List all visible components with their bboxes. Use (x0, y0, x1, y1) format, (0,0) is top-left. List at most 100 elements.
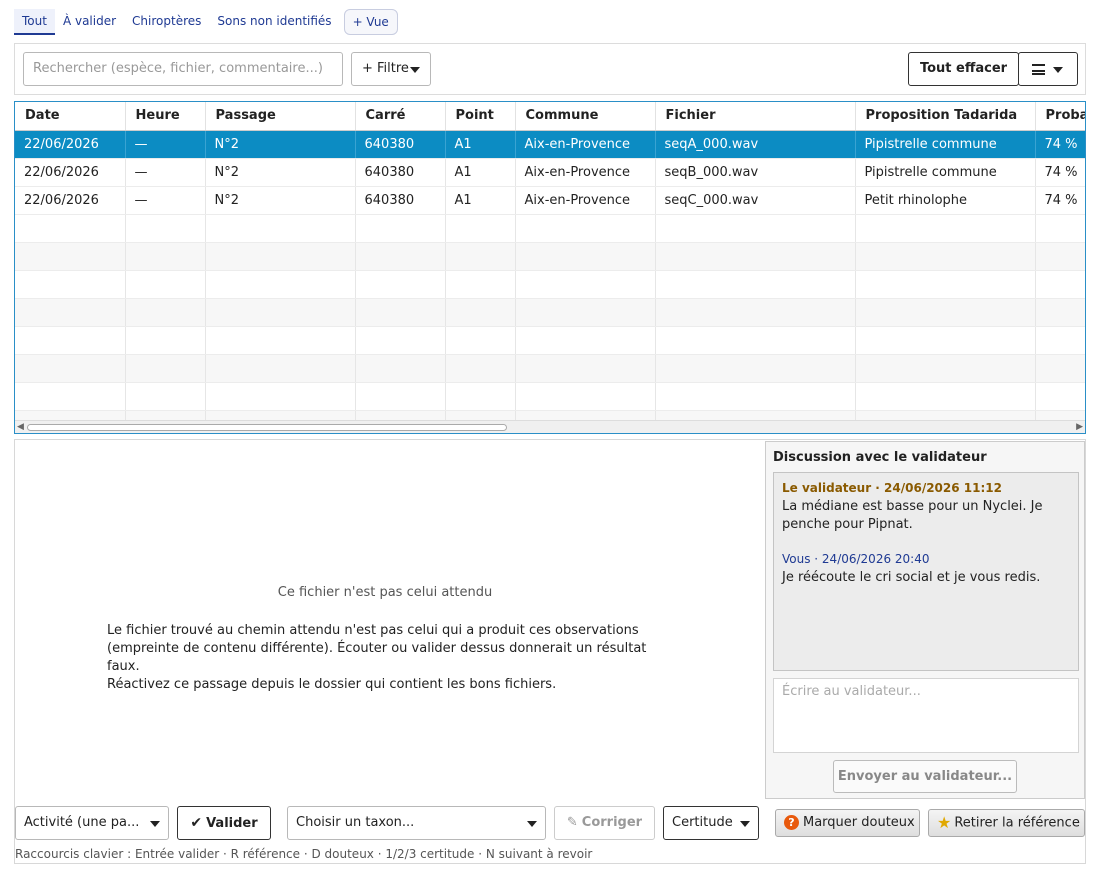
validator-discussion: Discussion avec le validateur Le validat… (765, 441, 1085, 799)
filter-button[interactable]: + Filtre (351, 52, 431, 86)
cell: — (125, 158, 206, 187)
observations-table: Date Heure Passage Carré Point Commune F… (14, 101, 1086, 434)
table-row[interactable]: 22/06/2026— N°2 640380 A1 Aix-en-Provence seq… (15, 158, 1085, 187)
cell: Aix-en-Provence (515, 130, 656, 159)
validate-button[interactable]: ✔ Valider (177, 806, 271, 840)
cell: — (125, 130, 206, 159)
certainty-label: Certitude (672, 815, 733, 830)
chevron-down-icon (740, 821, 750, 827)
col-commune[interactable]: Commune (515, 102, 656, 131)
cell: 74 % (1035, 186, 1085, 215)
horizontal-scrollbar[interactable]: ◀ ▶ (15, 420, 1085, 433)
taxon-select[interactable]: Choisir un taxon... (287, 806, 546, 840)
add-view-button[interactable]: + Vue (343, 9, 398, 35)
chevron-down-icon (527, 821, 537, 827)
cell: 640380 (355, 186, 446, 215)
view-tabs: Tout À valider Chiroptères Sons non iden… (14, 9, 398, 35)
empty-row (15, 270, 1085, 299)
col-passage[interactable]: Passage (205, 102, 356, 131)
mark-doubtful-button[interactable]: ? Marquer douteux (775, 809, 920, 837)
chevron-down-icon (1053, 67, 1063, 73)
cell: A1 (445, 158, 516, 187)
cell: N°2 (205, 158, 356, 187)
col-heure[interactable]: Heure (125, 102, 206, 131)
col-proposition[interactable]: Proposition Tadarida (855, 102, 1036, 131)
cell: 22/06/2026 (15, 186, 126, 215)
cell: N°2 (205, 186, 356, 215)
search-input[interactable]: Rechercher (espèce, fichier, commentaire… (23, 52, 343, 86)
activity-select[interactable]: Activité (une pa... (15, 806, 169, 840)
question-icon: ? (784, 815, 799, 830)
filter-toolbar: Rechercher (espèce, fichier, commentaire… (14, 43, 1086, 95)
tab-tout[interactable]: Tout (14, 9, 55, 35)
mismatch-line: Réactivez ce passage depuis le dossier q… (107, 677, 557, 692)
scroll-left-icon[interactable]: ◀ (17, 422, 24, 432)
table-header: Date Heure Passage Carré Point Commune F… (15, 102, 1085, 131)
correct-label: Corriger (581, 815, 643, 830)
tab-sons-non-identifies[interactable]: Sons non identifiés (209, 9, 339, 35)
cell: Aix-en-Provence (515, 186, 656, 215)
clear-all-button[interactable]: Tout effacer (908, 52, 1019, 86)
table-row[interactable]: 22/06/2026— N°2 640380 A1 Aix-en-Provence seq… (15, 186, 1085, 215)
filter-label: + Filtre (362, 61, 409, 76)
table-row[interactable]: 22/06/2026— N°2 640380 A1 Aix-en-Provence seq… (15, 130, 1085, 159)
empty-row (15, 326, 1085, 355)
taxon-placeholder: Choisir un taxon... (296, 815, 415, 830)
message-header: Le validateur · 24/06/2026 11:12 (782, 481, 1002, 495)
mismatch-title: Ce fichier n'est pas celui attendu (277, 585, 493, 600)
mismatch-line: (empreinte de contenu différente). Écout… (107, 641, 647, 674)
cell: 640380 (355, 130, 446, 159)
activity-value: Activité (une pa... (24, 815, 140, 830)
cell: Petit rhinolophe (855, 186, 1036, 215)
col-fichier[interactable]: Fichier (655, 102, 856, 131)
cell: Aix-en-Provence (515, 158, 656, 187)
message-text: La médiane est basse pour un Nyclei. Je … (782, 499, 1043, 532)
scrollbar-thumb[interactable] (27, 424, 507, 431)
remove-reference-button[interactable]: ★ Retirer la référence (928, 809, 1085, 837)
cell: A1 (445, 130, 516, 159)
hamburger-icon (1032, 64, 1045, 75)
tab-a-valider[interactable]: À valider (55, 9, 124, 35)
message-input[interactable]: Écrire au validateur... (773, 678, 1079, 753)
cell: 640380 (355, 158, 446, 187)
cell: 74 % (1035, 158, 1085, 187)
cell: 22/06/2026 (15, 130, 126, 159)
columns-menu-button[interactable] (1018, 52, 1078, 86)
empty-row (15, 354, 1085, 383)
certainty-select[interactable]: Certitude (663, 806, 759, 840)
col-point[interactable]: Point (445, 102, 516, 131)
col-proba[interactable]: Proba (1035, 102, 1085, 131)
cell: seqB_000.wav (655, 158, 856, 187)
chevron-down-icon (150, 821, 160, 827)
col-carre[interactable]: Carré (355, 102, 446, 131)
cell: seqC_000.wav (655, 186, 856, 215)
correct-button[interactable]: ✎ Corriger (554, 806, 655, 840)
mismatch-message: Le fichier trouvé au chemin attendu n'es… (107, 622, 667, 694)
discussion-title: Discussion avec le validateur (773, 450, 987, 465)
cell: 74 % (1035, 130, 1085, 159)
empty-row (15, 242, 1085, 271)
message-text: Je réécoute le cri social et je vous red… (782, 570, 1041, 585)
check-icon: ✔ (190, 815, 203, 831)
tab-chiropteres[interactable]: Chiroptères (124, 9, 209, 35)
message-header: Vous · 24/06/2026 20:40 (782, 552, 930, 566)
message-thread: Le validateur · 24/06/2026 11:12 La médi… (773, 472, 1079, 671)
keyboard-shortcuts-hint: Raccourcis clavier : Entrée valider · R … (15, 847, 593, 861)
doubt-label: Marquer douteux (803, 815, 915, 830)
empty-row (15, 382, 1085, 411)
col-date[interactable]: Date (15, 102, 126, 131)
ref-label: Retirer la référence (954, 815, 1080, 831)
cell: seqA_000.wav (655, 130, 856, 159)
cell: N°2 (205, 130, 356, 159)
send-to-validator-button[interactable]: Envoyer au validateur... (833, 760, 1017, 793)
star-icon: ★ (937, 813, 952, 832)
mismatch-line: Le fichier trouvé au chemin attendu n'es… (107, 623, 639, 638)
validate-label: Valider (206, 816, 258, 831)
empty-row (15, 214, 1085, 243)
scroll-right-icon[interactable]: ▶ (1076, 422, 1083, 432)
cell: Pipistrelle commune (855, 130, 1036, 159)
empty-row (15, 298, 1085, 327)
cell: — (125, 186, 206, 215)
cell: Pipistrelle commune (855, 158, 1036, 187)
cell: 22/06/2026 (15, 158, 126, 187)
